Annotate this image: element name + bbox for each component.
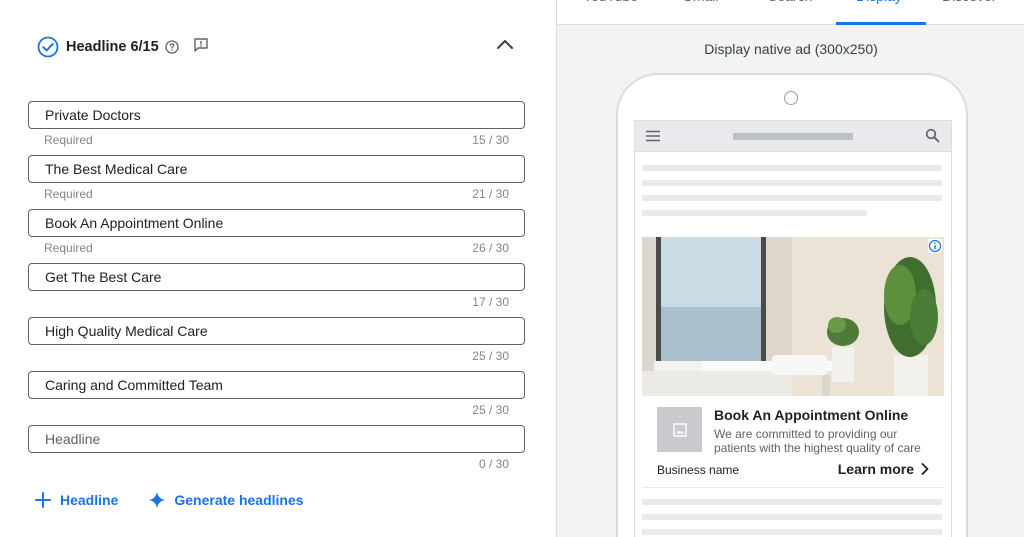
check-circle-icon [37,36,59,58]
headline-field-meta: 17 / 30 [44,295,509,311]
headline-field[interactable] [28,155,525,183]
headline-actions: Headline Generate headlines [34,489,304,511]
collapse-section-button[interactable] [494,36,516,52]
help-circle-icon[interactable] [165,40,179,54]
headline-field-meta: 25 / 30 [44,403,509,419]
character-count: 26 / 30 [472,241,509,255]
headline-field[interactable] [28,101,525,129]
headline-field-meta: Required 15 / 30 [44,133,509,149]
feedback-icon[interactable] [193,37,209,53]
plus-icon [35,492,51,508]
tab-discover[interactable]: Discover [942,0,996,12]
character-count: 25 / 30 [472,403,509,417]
headline-field-meta: 0 / 30 [44,457,509,473]
skeleton-line [642,180,942,186]
headline-field-meta: Required 26 / 30 [44,241,509,257]
skeleton-line [642,499,942,505]
headline-field[interactable] [28,263,525,291]
native-ad[interactable]: Book An Appointment Online We are commit… [642,237,944,488]
character-count: 0 / 30 [478,457,509,471]
headline-field-meta: 25 / 30 [44,349,509,365]
search-icon [925,128,940,143]
phone-mockup: Book An Appointment Online We are commit… [616,73,968,537]
headline-field-meta: Required 21 / 30 [44,187,509,203]
required-label: Required [44,187,93,201]
required-label: Required [44,133,93,147]
skeleton-line [642,195,942,201]
phone-screen: Book An Appointment Online We are commit… [634,120,952,537]
phone-camera [784,91,798,105]
headline-input[interactable] [29,156,524,182]
image-icon [672,422,687,437]
headline-field-empty[interactable] [28,425,525,453]
ad-headline: Book An Appointment Online [714,407,909,423]
ad-description: We are committed to providing our patien… [714,427,921,455]
headline-field[interactable] [28,371,525,399]
character-count: 25 / 30 [472,349,509,363]
mock-address-bar [733,133,853,140]
headline-input[interactable] [29,426,524,452]
chevron-right-icon [921,463,929,475]
headline-input[interactable] [29,372,524,398]
active-tab-indicator [836,22,926,25]
headline-section-header: Headline 6/15 [37,34,209,60]
sparkle-icon [148,491,166,509]
character-count: 15 / 30 [472,133,509,147]
logo-placeholder [657,407,702,452]
ad-image [642,237,944,396]
tab-youtube[interactable]: YouTube [583,0,638,12]
preview-format-label: Display native ad (300x250) [704,41,878,57]
add-headline-button[interactable]: Headline [34,491,118,509]
ad-preview-panel: YouTube Gmail Search Display Discover Di… [556,0,1024,537]
preview-tabs: YouTube Gmail Search Display Discover [557,0,1024,25]
skeleton-line [642,514,942,520]
tab-gmail[interactable]: Gmail [682,0,719,12]
character-count: 21 / 30 [472,187,509,201]
headline-field[interactable] [28,317,525,345]
skeleton-line [642,165,942,171]
required-label: Required [44,241,93,255]
hamburger-menu-icon [646,130,660,142]
headline-editor-panel: Headline 6/15 Required 15 / 30 Required … [0,0,556,537]
generate-headlines-label: Generate headlines [174,492,304,508]
character-count: 17 / 30 [472,295,509,309]
mock-app-bar [635,121,951,152]
headline-input[interactable] [29,102,524,128]
learn-more-button[interactable]: Learn more [838,461,929,477]
skeleton-line [642,529,942,535]
learn-more-label: Learn more [837,461,914,477]
headline-field[interactable] [28,209,525,237]
headline-section-title: Headline 6/15 [66,39,159,55]
chevron-up-icon [497,40,513,49]
info-icon[interactable] [928,239,942,253]
skeleton-line [642,210,867,216]
tab-display[interactable]: Display [856,0,902,12]
clinic-room-illustration [642,237,944,396]
ad-divider [642,487,944,488]
headline-input[interactable] [29,264,524,290]
ad-business-name: Business name [657,463,740,477]
generate-headlines-button[interactable]: Generate headlines [148,491,304,509]
headline-input[interactable] [29,210,524,236]
headline-input[interactable] [29,318,524,344]
add-headline-label: Headline [60,492,119,508]
tab-search[interactable]: Search [768,0,812,12]
